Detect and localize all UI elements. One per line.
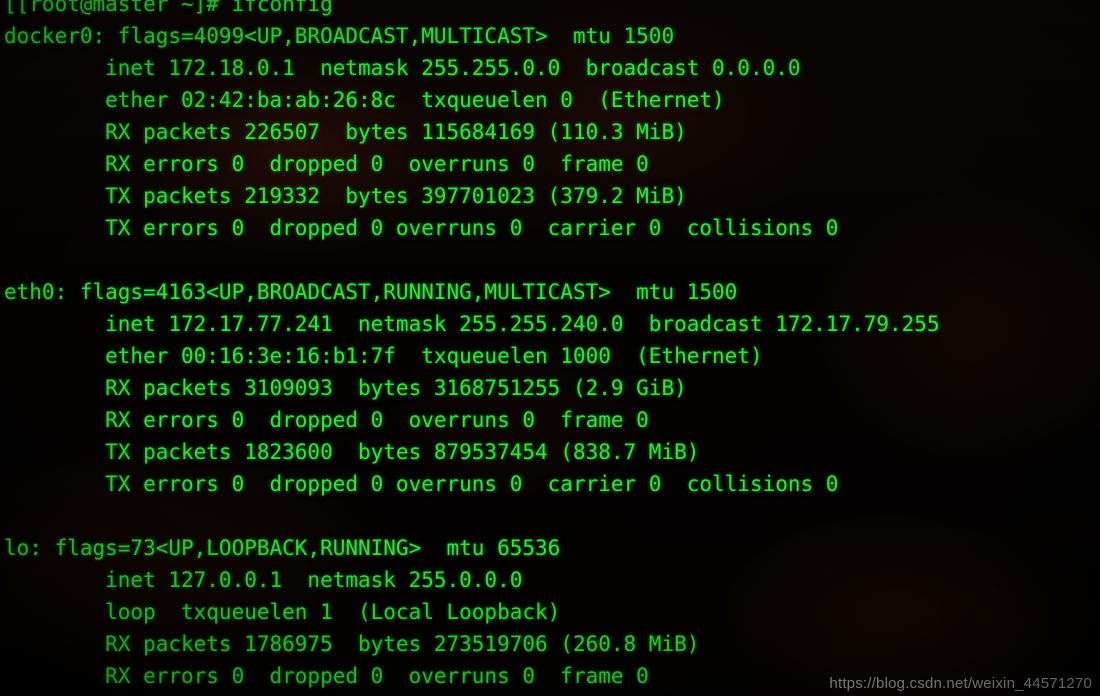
terminal-line: eth0: flags=4163<UP,BROADCAST,RUNNING,MU… [4, 280, 738, 304]
terminal-line: RX errors 0 dropped 0 overruns 0 frame 0 [4, 408, 649, 432]
terminal-line-list: [[root@master ~]# ifconfig docker0: flags… [0, 0, 1100, 696]
terminal-line: RX packets 3109093 bytes 3168751255 (2.9… [4, 376, 687, 400]
terminal-line: ether 02:42:ba:ab:26:8c txqueuelen 0 (Et… [4, 88, 725, 112]
terminal-line: [[root@master ~]# ifconfig [4, 0, 333, 16]
terminal-window[interactable]: [root@master ~]# [[root@master ~]# ifcon… [0, 0, 1100, 696]
terminal-line: inet 127.0.0.1 netmask 255.0.0.0 [4, 568, 523, 592]
terminal-line: inet 172.18.0.1 netmask 255.255.0.0 broa… [4, 56, 801, 80]
terminal-output-area[interactable]: [root@master ~]# [[root@master ~]# ifcon… [0, 0, 1100, 696]
terminal-line: ether 00:16:3e:16:b1:7f txqueuelen 1000 … [4, 344, 763, 368]
terminal-line: loop txqueuelen 1 (Local Loopback) [4, 600, 561, 624]
terminal-line: RX packets 1786975 bytes 273519706 (260.… [4, 632, 700, 656]
terminal-line: TX packets 219332 bytes 397701023 (379.2… [4, 184, 687, 208]
terminal-line: RX packets 226507 bytes 115684169 (110.3… [4, 120, 687, 144]
terminal-line: inet 172.17.77.241 netmask 255.255.240.0… [4, 312, 940, 336]
terminal-line: docker0: flags=4099<UP,BROADCAST,MULTICA… [4, 24, 675, 48]
terminal-line: RX errors 0 dropped 0 overruns 0 frame 0 [4, 152, 649, 176]
terminal-line: TX errors 0 dropped 0 overruns 0 carrier… [4, 216, 839, 240]
terminal-line: TX packets 1823600 bytes 879537454 (838.… [4, 440, 700, 464]
watermark-url: https://blog.csdn.net/weixin_44571270 [829, 675, 1092, 692]
terminal-line: TX errors 0 dropped 0 overruns 0 carrier… [4, 472, 839, 496]
terminal-line: lo: flags=73<UP,LOOPBACK,RUNNING> mtu 65… [4, 536, 561, 560]
